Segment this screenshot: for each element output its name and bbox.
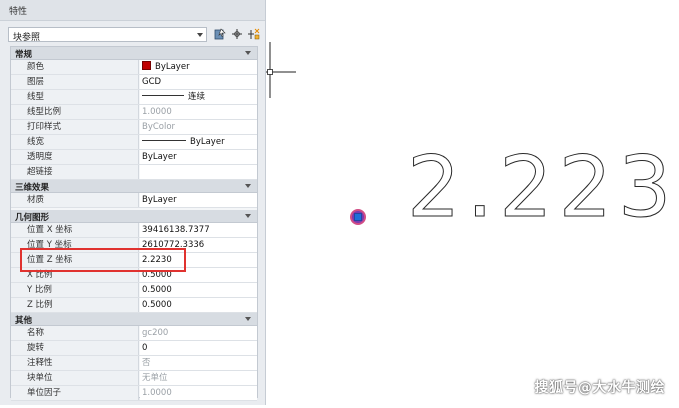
property-value[interactable]: 39416138.7377 (140, 223, 257, 237)
section-general[interactable]: 常规 (11, 47, 257, 60)
property-row-transparency[interactable]: 透明度 ByLayer (11, 150, 257, 165)
section-misc[interactable]: 其他 (11, 313, 257, 326)
section-title: 其他 (15, 316, 33, 326)
property-label: Z 比例 (11, 298, 139, 312)
section-geometry[interactable]: 几何图形 (11, 210, 257, 223)
collapse-icon (245, 51, 251, 55)
property-value[interactable]: 2.2230 (140, 253, 257, 267)
property-row-material[interactable]: 材质 ByLayer (11, 193, 257, 208)
property-value[interactable]: gc200 (140, 326, 257, 340)
select-objects-icon[interactable] (213, 27, 227, 42)
selector-row: 块参照 (8, 27, 260, 43)
quick-select-icon[interactable] (230, 27, 244, 42)
property-row-scale-x[interactable]: X 比例 0.5000 (11, 268, 257, 283)
property-value[interactable]: GCD (140, 75, 257, 89)
property-row-linetype[interactable]: 线型 连续 (11, 90, 257, 105)
property-label: 位置 Y 坐标 (11, 238, 139, 252)
palette-title: 特性 (9, 7, 28, 17)
property-value[interactable]: ByLayer (140, 150, 257, 164)
property-row-position-y[interactable]: 位置 Y 坐标 2610772.3336 (11, 238, 257, 253)
property-value[interactable]: 否 (140, 356, 257, 370)
property-row-plot-style[interactable]: 打印样式 ByColor (11, 120, 257, 135)
property-label: 超链接 (11, 165, 139, 179)
collapse-icon (245, 317, 251, 321)
object-type-dropdown[interactable]: 块参照 (8, 27, 207, 43)
property-grid: 常规 颜色 ByLayer 图层 GCD 线型 连续 线型比例 1.0000 打… (10, 46, 258, 401)
property-value[interactable]: 0.5000 (140, 298, 257, 312)
property-label: Y 比例 (11, 283, 139, 297)
property-label: 名称 (11, 326, 139, 340)
property-row-color[interactable]: 颜色 ByLayer (11, 60, 257, 75)
property-row-linetype-scale[interactable]: 线型比例 1.0000 (11, 105, 257, 120)
property-label: 颜色 (11, 60, 139, 74)
property-label: 打印样式 (11, 120, 139, 134)
property-value[interactable]: 1.0000 (140, 386, 257, 400)
property-label: 透明度 (11, 150, 139, 164)
properties-palette: 特性 块参照 常规 颜色 ByLayer 图层 GCD 线型 连续 线型比例 1… (0, 0, 266, 405)
color-swatch-icon (142, 61, 151, 70)
model-space: 2.223 (266, 42, 677, 237)
property-row-hyperlink[interactable]: 超链接 (11, 165, 257, 180)
property-label: 线型 (11, 90, 139, 104)
property-label: 线宽 (11, 135, 139, 149)
collapse-icon (245, 184, 251, 188)
insertion-point-marker[interactable] (350, 209, 366, 225)
drawing-canvas[interactable]: 2.223 (266, 0, 679, 405)
property-row-rotation[interactable]: 旋转 0 (11, 341, 257, 356)
property-label: 单位因子 (11, 386, 139, 400)
collapse-icon (245, 214, 251, 218)
property-value[interactable]: ByLayer (140, 193, 257, 207)
property-row-scale-y[interactable]: Y 比例 0.5000 (11, 283, 257, 298)
property-label: 位置 X 坐标 (11, 223, 139, 237)
section-title: 常规 (15, 50, 33, 60)
property-label: 块单位 (11, 371, 139, 385)
property-row-position-x[interactable]: 位置 X 坐标 39416138.7377 (11, 223, 257, 238)
property-row-lineweight[interactable]: 线宽 ByLayer (11, 135, 257, 150)
property-value[interactable]: 无单位 (140, 371, 257, 385)
property-value[interactable] (140, 165, 257, 179)
property-value[interactable]: 1.0000 (140, 105, 257, 119)
property-label: 注释性 (11, 356, 139, 370)
property-value[interactable]: ByColor (140, 120, 257, 134)
property-row-block-unit[interactable]: 块单位 无单位 (11, 371, 257, 386)
crosshair-cursor-icon (266, 42, 296, 98)
property-label: 位置 Z 坐标 (11, 253, 139, 267)
property-row-position-z[interactable]: 位置 Z 坐标 2.2230 (11, 253, 257, 268)
property-label: 材质 (11, 193, 139, 207)
property-value[interactable]: ByLayer (140, 60, 257, 74)
property-value[interactable]: 连续 (140, 90, 257, 104)
pickadd-icon[interactable] (247, 27, 261, 42)
property-value[interactable]: ByLayer (140, 135, 257, 149)
section-3d-effects[interactable]: 三维效果 (11, 180, 257, 193)
property-row-annotative[interactable]: 注释性 否 (11, 356, 257, 371)
watermark-text: 搜狐号@大水牛测绘 (534, 380, 665, 396)
property-label: 图层 (11, 75, 139, 89)
property-value[interactable]: 2610772.3336 (140, 238, 257, 252)
property-label: X 比例 (11, 268, 139, 282)
elevation-text[interactable]: 2.223 (407, 138, 677, 237)
property-label: 线型比例 (11, 105, 139, 119)
lineweight-preview (142, 140, 186, 141)
chevron-down-icon (197, 33, 203, 37)
object-type-value: 块参照 (13, 33, 41, 43)
property-label: 旋转 (11, 341, 139, 355)
property-value[interactable]: 0.5000 (140, 268, 257, 282)
property-row-scale-z[interactable]: Z 比例 0.5000 (11, 298, 257, 313)
property-row-unit-factor[interactable]: 单位因子 1.0000 (11, 386, 257, 401)
property-row-layer[interactable]: 图层 GCD (11, 75, 257, 90)
palette-title-bar[interactable]: 特性 (0, 0, 265, 21)
property-value[interactable]: 0 (140, 341, 257, 355)
linetype-preview (142, 95, 184, 96)
property-row-name[interactable]: 名称 gc200 (11, 326, 257, 341)
section-title: 三维效果 (15, 183, 50, 193)
property-value[interactable]: 0.5000 (140, 283, 257, 297)
section-title: 几何图形 (15, 213, 50, 223)
